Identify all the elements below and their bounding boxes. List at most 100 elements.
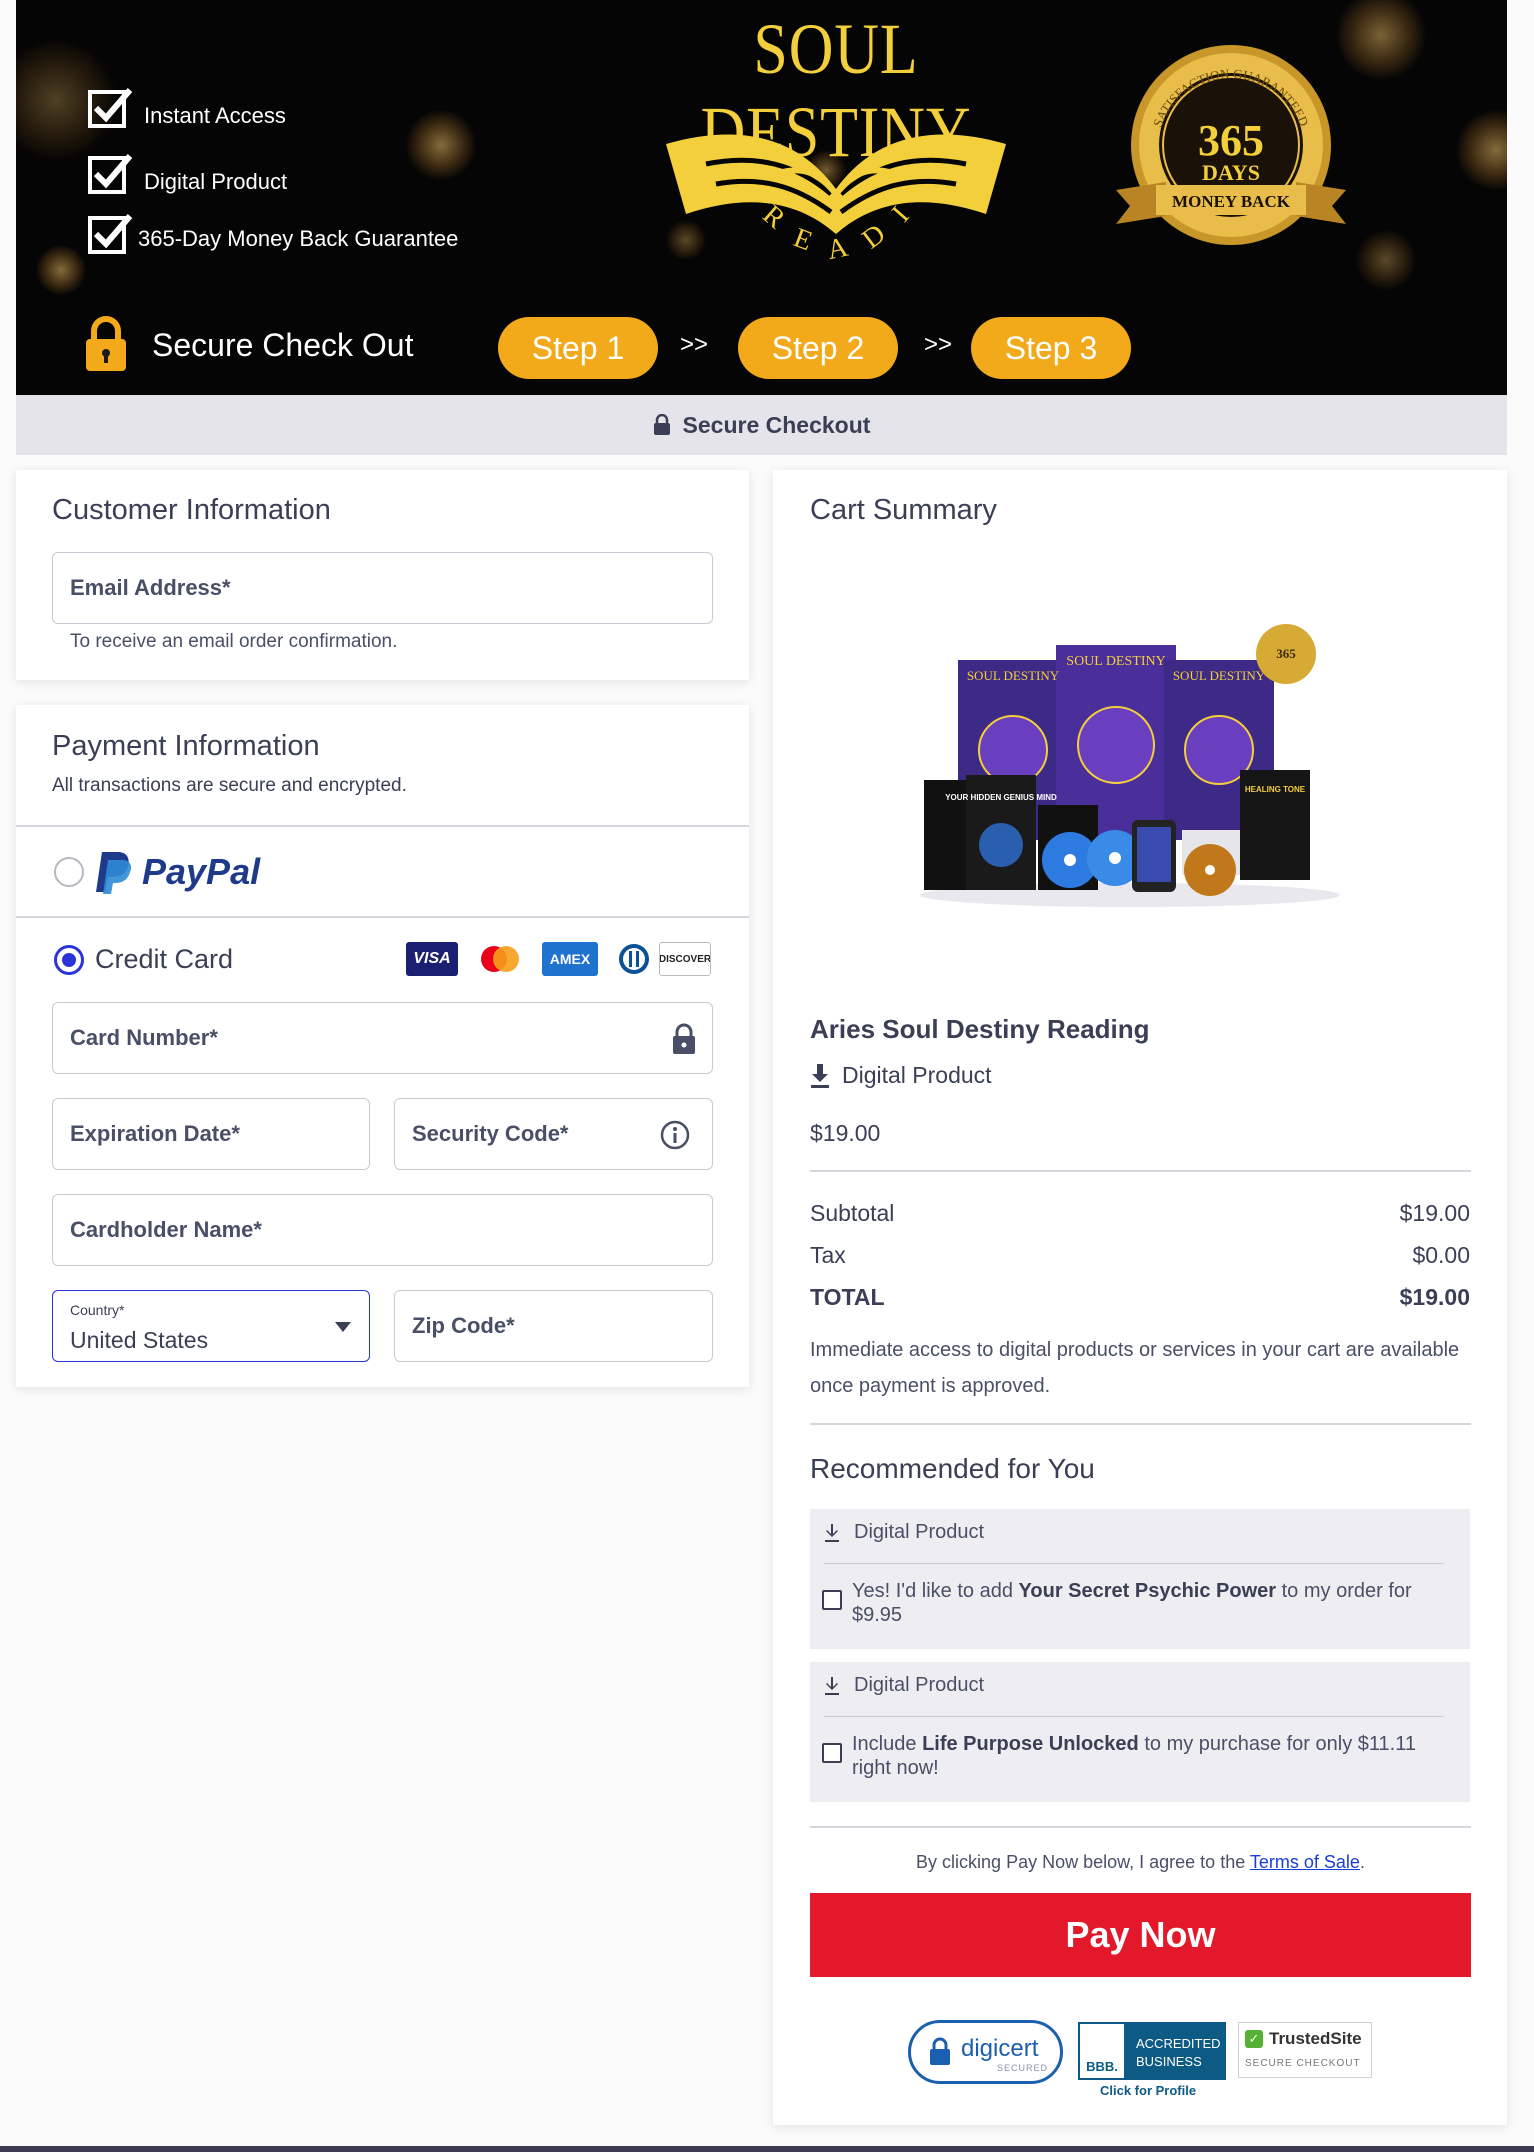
chevron-down-icon bbox=[335, 1322, 351, 1332]
cardholder-name-field[interactable]: Cardholder Name* bbox=[52, 1194, 713, 1266]
seal-days: DAYS bbox=[1202, 160, 1260, 185]
expiration-date-placeholder: Expiration Date* bbox=[70, 1121, 240, 1146]
disc-title: HEALING TONE bbox=[1245, 785, 1306, 794]
terms-of-sale-link[interactable]: Terms of Sale bbox=[1250, 1852, 1360, 1872]
feature-checklist: Instant Access Digital Product 365-Day M… bbox=[86, 78, 458, 264]
recommendation-text[interactable]: Include Life Purpose Unlocked to my purc… bbox=[852, 1732, 1450, 1780]
pay-now-button[interactable]: Pay Now bbox=[810, 1893, 1471, 1977]
product-bundle-image: SOUL DESTINY SOUL DESTINY SOUL DESTINY 3… bbox=[920, 624, 1340, 907]
trustedsite-label: TrustedSite bbox=[1269, 2029, 1362, 2048]
small-book-title: YOUR HIDDEN GENIUS MIND bbox=[945, 793, 1057, 802]
recommendation-item: Digital Product Include Life Purpose Unl… bbox=[810, 1662, 1470, 1802]
checkout-steps-bar: Secure Check Out Step 1 >> Step 2 >> Ste… bbox=[16, 305, 1507, 395]
divider bbox=[824, 1563, 1444, 1564]
bokeh-light bbox=[1356, 230, 1416, 290]
checkbox-checked-icon bbox=[88, 154, 133, 194]
book-title: SOUL DESTINY bbox=[967, 668, 1060, 683]
terms-text: By clicking Pay Now below, I agree to th… bbox=[810, 1852, 1471, 1873]
header-banner: Instant Access Digital Product 365-Day M… bbox=[16, 0, 1507, 395]
secure-checkout-bar: Secure Checkout bbox=[16, 395, 1507, 455]
divider bbox=[16, 916, 749, 918]
security-code-field[interactable]: Security Code* bbox=[394, 1098, 713, 1170]
subtotal-value: $19.00 bbox=[1399, 1200, 1470, 1226]
download-icon bbox=[825, 1523, 839, 1542]
terms-prefix: By clicking Pay Now below, I agree to th… bbox=[916, 1852, 1250, 1872]
bokeh-light bbox=[1456, 110, 1507, 190]
recommendation-type-label: Digital Product bbox=[854, 1521, 985, 1543]
paypal-radio[interactable] bbox=[54, 857, 84, 887]
divider bbox=[16, 825, 749, 827]
terms-suffix: . bbox=[1359, 1852, 1365, 1872]
country-value: United States bbox=[70, 1327, 209, 1353]
download-icon bbox=[811, 1063, 829, 1088]
step-2: Step 2 bbox=[738, 317, 898, 379]
lock-icon bbox=[930, 2037, 950, 2065]
secure-checkout-heading: Secure Check Out bbox=[152, 327, 414, 363]
bbb-line2: BUSINESS bbox=[1136, 2054, 1202, 2069]
secure-checkout-label: Secure Checkout bbox=[682, 411, 871, 438]
feature-label: Instant Access bbox=[144, 103, 286, 128]
divider bbox=[824, 1716, 1444, 1717]
step-separator: >> bbox=[924, 331, 953, 358]
add-life-purpose-checkbox[interactable] bbox=[822, 1743, 842, 1763]
subtotal-row: Subtotal $19.00 bbox=[810, 1200, 1470, 1227]
recommendation-type-label: Digital Product bbox=[854, 1674, 985, 1696]
trustedsite-badge[interactable]: ✓ TrustedSite SECURE CHECKOUT bbox=[1238, 2022, 1372, 2078]
step-3: Step 3 bbox=[971, 317, 1131, 379]
bbb-profile-link[interactable]: Click for Profile bbox=[1100, 2083, 1196, 2098]
diners-club-icon bbox=[608, 942, 660, 976]
tax-label: Tax bbox=[810, 1242, 846, 1268]
seal-number: 365 bbox=[1198, 116, 1264, 165]
feature-label: Digital Product bbox=[144, 169, 288, 194]
recommended-title: Recommended for You bbox=[810, 1453, 1095, 1484]
zip-code-field[interactable]: Zip Code* bbox=[394, 1290, 713, 1362]
info-icon[interactable] bbox=[660, 1120, 690, 1150]
offer-product-name: Your Secret Psychic Power bbox=[1018, 1580, 1277, 1602]
country-select[interactable]: Country* United States bbox=[52, 1290, 370, 1362]
email-hint: To receive an email order confirmation. bbox=[70, 631, 398, 652]
bbb-line1: ACCREDITED bbox=[1136, 2036, 1221, 2051]
email-field[interactable]: Email Address* bbox=[52, 552, 713, 624]
total-row: TOTAL $19.00 bbox=[810, 1284, 1470, 1311]
trustedsite-sub: SECURE CHECKOUT bbox=[1245, 2058, 1361, 2069]
email-placeholder: Email Address* bbox=[70, 575, 231, 600]
money-back-seal: SATISFACTION GUARANTEED 365 DAYS MONEY B… bbox=[1116, 45, 1346, 245]
bbb-badge[interactable]: BBB. ACCREDITED BUSINESS bbox=[1078, 2022, 1226, 2080]
digicert-badge[interactable]: digicert SECURED bbox=[908, 2020, 1063, 2084]
zip-code-placeholder: Zip Code* bbox=[412, 1313, 515, 1338]
security-code-placeholder: Security Code* bbox=[412, 1121, 569, 1146]
card-number-field[interactable]: Card Number* bbox=[52, 1002, 713, 1074]
product-name: Aries Soul Destiny Reading bbox=[810, 1014, 1150, 1044]
paypal-option[interactable]: PayPal bbox=[94, 850, 260, 894]
credit-card-label[interactable]: Credit Card bbox=[95, 944, 233, 975]
recommendation-type: Digital Product bbox=[824, 1521, 984, 1544]
lock-icon bbox=[653, 414, 670, 435]
tax-value: $0.00 bbox=[1412, 1242, 1470, 1268]
divider bbox=[810, 1423, 1471, 1425]
download-icon bbox=[825, 1676, 839, 1695]
payment-information-title: Payment Information bbox=[52, 730, 320, 762]
seal-ribbon: MONEY BACK bbox=[1172, 192, 1291, 211]
add-psychic-power-checkbox[interactable] bbox=[822, 1590, 842, 1610]
check-icon: ✓ bbox=[1245, 2030, 1263, 2048]
divider bbox=[810, 1826, 1471, 1828]
visa-icon: VISA bbox=[406, 942, 458, 976]
expiration-date-field[interactable]: Expiration Date* bbox=[52, 1098, 370, 1170]
cardholder-name-placeholder: Cardholder Name* bbox=[70, 1217, 262, 1242]
customer-information-title: Customer Information bbox=[52, 494, 331, 526]
mastercard-icon bbox=[474, 942, 526, 976]
credit-card-radio[interactable] bbox=[54, 945, 84, 975]
total-label: TOTAL bbox=[810, 1284, 885, 1310]
digicert-label: digicert bbox=[961, 2035, 1039, 2062]
offer-prefix: Include bbox=[852, 1733, 923, 1755]
checkbox-checked-icon bbox=[88, 88, 133, 128]
digicert-sub: SECURED bbox=[997, 2063, 1049, 2073]
offer-prefix: Yes! I'd like to add bbox=[852, 1580, 1019, 1602]
paypal-icon bbox=[96, 852, 132, 894]
recommendation-text[interactable]: Yes! I'd like to add Your Secret Psychic… bbox=[852, 1579, 1450, 1627]
book-title: SOUL DESTINY bbox=[1066, 654, 1165, 669]
feature-item: Instant Access bbox=[86, 78, 458, 138]
checkbox-checked-icon bbox=[88, 214, 133, 254]
seal-number: 365 bbox=[1276, 646, 1296, 661]
feature-label: 365-Day Money Back Guarantee bbox=[138, 226, 459, 251]
